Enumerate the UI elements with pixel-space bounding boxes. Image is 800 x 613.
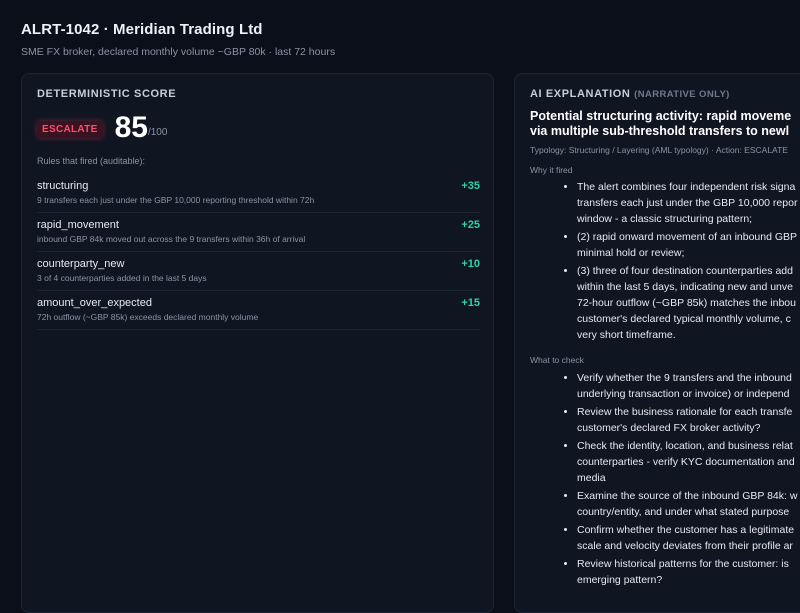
- list-item-line: counterparties - verify KYC documentatio…: [577, 456, 795, 468]
- ai-panel-title: AI EXPLANATION (NARRATIVE ONLY): [530, 88, 730, 100]
- list-item: Review historical patterns for the custo…: [577, 556, 800, 588]
- why-it-fired-list: The alert combines four independent risk…: [558, 179, 800, 345]
- ai-summary-heading: Potential structuring activity: rapid mo…: [530, 109, 800, 139]
- list-item-line: Confirm whether the customer has a legit…: [577, 524, 795, 536]
- list-item-line: underlying transaction or invoice) or in…: [577, 388, 790, 400]
- rules-list: structuring 9 transfers each just under …: [37, 175, 480, 331]
- rule-description: inbound GBP 84k moved out across the 9 t…: [37, 234, 306, 244]
- list-item: Check the identity, location, and busine…: [577, 438, 800, 486]
- list-item-line: media: [577, 472, 606, 484]
- alert-subtitle: SME FX broker, declared monthly volume ~…: [21, 46, 336, 58]
- list-item: Examine the source of the inbound GBP 84…: [577, 488, 800, 520]
- rule-points: +15: [461, 297, 480, 309]
- rule-points: +25: [461, 219, 480, 231]
- list-item: Confirm whether the customer has a legit…: [577, 522, 800, 554]
- list-item-line: window - a classic structuring pattern;: [577, 213, 753, 225]
- list-item-line: Examine the source of the inbound GBP 84…: [577, 490, 798, 502]
- list-item-line: very short timeframe.: [577, 329, 676, 341]
- rule-description: 9 transfers each just under the GBP 10,0…: [37, 195, 315, 205]
- ai-heading-line: Potential structuring activity: rapid mo…: [530, 109, 792, 123]
- rule-row: counterparty_new 3 of 4 counterparties a…: [37, 253, 480, 291]
- escalate-badge: ESCALATE: [37, 121, 103, 138]
- rules-caption: Rules that fired (auditable):: [37, 156, 146, 166]
- score-row: ESCALATE 85 /100: [37, 112, 167, 144]
- list-item-line: within the last 5 days, indicating new a…: [577, 281, 793, 293]
- rule-description: 3 of 4 counterparties added in the last …: [37, 273, 207, 283]
- list-item-line: Review the business rationale for each t…: [577, 406, 793, 418]
- list-item-line: 72-hour outflow (~GBP 85k) matches the i…: [577, 297, 796, 309]
- list-item-line: (2) rapid onward movement of an inbound …: [577, 231, 798, 243]
- ai-panel-title-note: (NARRATIVE ONLY): [634, 89, 730, 100]
- list-item-line: (3) three of four destination counterpar…: [577, 265, 793, 277]
- list-item-line: customer's declared typical monthly volu…: [577, 313, 791, 325]
- list-item: The alert combines four independent risk…: [577, 179, 800, 227]
- list-item-line: Review historical patterns for the custo…: [577, 558, 789, 570]
- list-item-line: country/entity, and under what stated pu…: [577, 506, 790, 518]
- list-item-line: Verify whether the 9 transfers and the i…: [577, 372, 792, 384]
- risk-score-max: /100: [147, 127, 168, 138]
- list-item: Review the business rationale for each t…: [577, 404, 800, 436]
- list-item-line: minimal hold or review;: [577, 247, 685, 259]
- rule-name: structuring: [37, 180, 89, 192]
- ai-heading-line: via multiple sub-threshold transfers to …: [530, 124, 790, 138]
- typology-line: Typology: Structuring / Layering (AML ty…: [530, 145, 788, 155]
- rule-row: structuring 9 transfers each just under …: [37, 175, 480, 213]
- score-panel-title: DETERMINISTIC SCORE: [37, 88, 177, 100]
- what-to-check-list: Verify whether the 9 transfers and the i…: [558, 370, 800, 590]
- rule-description: 72h outflow (~GBP 85k) exceeds declared …: [37, 312, 259, 322]
- list-item-line: customer's declared FX broker activity?: [577, 422, 761, 434]
- list-item-line: emerging pattern?: [577, 574, 663, 586]
- alert-header: ALRT-1042 · Meridian Trading Ltd SME FX …: [21, 21, 335, 58]
- ai-explanation-panel: AI EXPLANATION (NARRATIVE ONLY) Potentia…: [514, 73, 800, 613]
- rule-points: +35: [461, 180, 480, 192]
- rule-name: counterparty_new: [37, 258, 125, 270]
- list-item: Verify whether the 9 transfers and the i…: [577, 370, 800, 402]
- list-item: (3) three of four destination counterpar…: [577, 263, 800, 343]
- rule-points: +10: [461, 258, 480, 270]
- deterministic-score-panel: DETERMINISTIC SCORE ESCALATE 85 /100 Rul…: [21, 73, 494, 613]
- rule-row: rapid_movement inbound GBP 84k moved out…: [37, 214, 480, 252]
- rule-name: rapid_movement: [37, 219, 119, 231]
- list-item: (2) rapid onward movement of an inbound …: [577, 229, 800, 261]
- why-it-fired-label: Why it fired: [530, 165, 573, 175]
- list-item-line: The alert combines four independent risk…: [577, 181, 796, 193]
- risk-score-value: 85: [114, 111, 148, 144]
- what-to-check-label: What to check: [530, 355, 584, 365]
- list-item-line: scale and velocity deviates from their p…: [577, 540, 793, 552]
- alert-title: ALRT-1042 · Meridian Trading Ltd: [21, 21, 263, 38]
- list-item-line: transfers each just under the GBP 10,000…: [577, 197, 798, 209]
- rule-name: amount_over_expected: [37, 297, 152, 309]
- ai-panel-title-text: AI EXPLANATION: [530, 88, 631, 100]
- list-item-line: Check the identity, location, and busine…: [577, 440, 793, 452]
- rule-row: amount_over_expected 72h outflow (~GBP 8…: [37, 292, 480, 330]
